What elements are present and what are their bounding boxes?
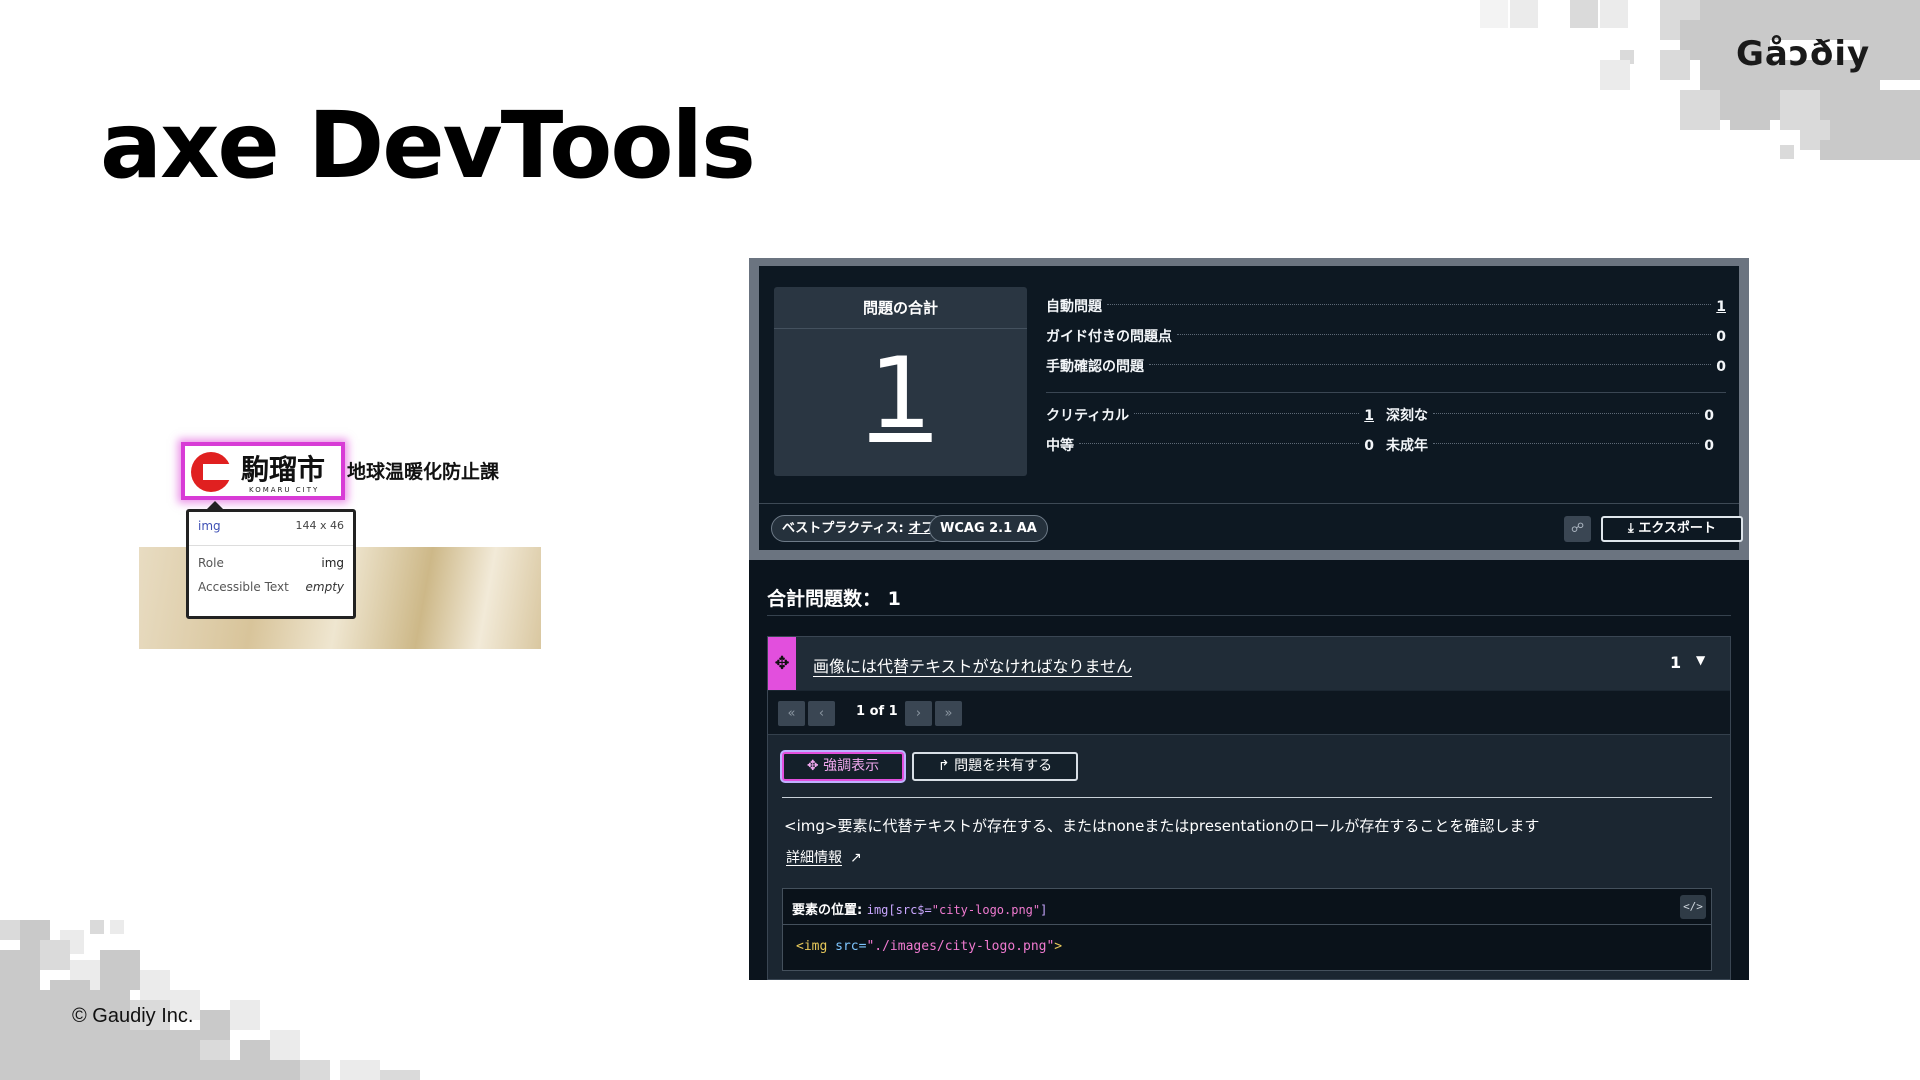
stat-automatic: 自動問題 1 (1046, 292, 1726, 322)
pager-text: 1 of 1 (856, 704, 898, 719)
next-page-icon[interactable]: › (905, 701, 932, 726)
move-icon: ✥ (768, 637, 796, 690)
best-practices-toggle[interactable]: ベストプラクティス: オフ (771, 515, 946, 542)
prev-page-icon[interactable]: ‹ (808, 701, 835, 726)
more-info-link[interactable]: 詳細情報 ↗ (786, 847, 862, 867)
tooltip-tag: img (198, 519, 221, 533)
inspect-tooltip: img 144 x 46 Role img Accessible Text em… (186, 501, 356, 619)
stat-guided: ガイド付きの問題点 0 (1046, 329, 1726, 345)
stat-serious: 深刻な 0 (1386, 408, 1714, 424)
department-name: 地球温暖化防止課 (347, 461, 500, 483)
highlight-button[interactable]: ✥ 強調表示 (782, 752, 904, 781)
stat-manual: 手動確認の問題 0 (1046, 359, 1726, 375)
city-name-jp: 駒瑠市 (241, 453, 326, 486)
share-icon[interactable]: ☍ (1564, 516, 1591, 542)
total-issues-box: 問題の合計 1 (774, 287, 1027, 476)
tooltip-role-label: Role (198, 556, 224, 570)
code-view-icon[interactable]: </> (1680, 895, 1706, 919)
stats-list: 自動問題 1 ガイド付きの問題点 0 手動確認の問題 0 クリティカル 1 深刻… (1046, 292, 1726, 461)
issue-title[interactable]: 画像には代替テキストがなければなりません (813, 653, 1132, 677)
stat-critical-value[interactable]: 1 (1364, 401, 1374, 431)
tooltip-acc-value: empty (305, 580, 345, 594)
city-logo-image: 駒瑠市 KOMARU CITY (181, 442, 345, 500)
external-link-icon: ↗ (850, 850, 862, 866)
issue-pager: « ‹ 1 of 1 › » (768, 691, 1730, 735)
issue-header[interactable]: ✥ 画像には代替テキストがなければなりません 1 ▼ (768, 637, 1730, 690)
total-issues-label: 問題の合計 (774, 287, 1027, 329)
html-snippet: <img src="./images/city-logo.png"> (796, 939, 1063, 954)
share-issue-button[interactable]: ↱ 問題を共有する (912, 752, 1078, 781)
tooltip-size: 144 x 46 (295, 519, 345, 532)
summary-panel: 問題の合計 1 自動問題 1 ガイド付きの問題点 0 手動確認の問題 0 クリテ… (759, 266, 1743, 550)
issue-count: 1 (1670, 653, 1682, 672)
summary-toolbar: ベストプラクティス: オフ WCAG 2.1 AA ☍ ⤓ エクスポート (759, 503, 1743, 550)
element-location-header: 要素の位置: img[src$="city-logo.png"] </> (783, 889, 1711, 925)
axe-devtools-panel: 問題の合計 1 自動問題 1 ガイド付きの問題点 0 手動確認の問題 0 クリテ… (749, 258, 1749, 980)
pixel-mosaic-bottom-left (0, 920, 430, 1080)
element-location: 要素の位置: img[src$="city-logo.png"] (792, 903, 1048, 918)
chevron-down-icon[interactable]: ▼ (1696, 653, 1705, 667)
last-page-icon[interactable]: » (935, 701, 962, 726)
export-button[interactable]: ⤓ エクスポート (1601, 516, 1743, 542)
stat-automatic-value[interactable]: 1 (1716, 292, 1726, 322)
element-location-box: 要素の位置: img[src$="city-logo.png"] </> <im… (782, 888, 1712, 971)
brand-logo: Gåɔðiy (1736, 34, 1871, 74)
slide-title: axe DevTools (100, 92, 756, 199)
total-issues-value[interactable]: 1 (774, 329, 1027, 459)
city-mark-icon (191, 452, 231, 492)
issue-card: ✥ 画像には代替テキストがなければなりません 1 ▼ « ‹ 1 of 1 › … (767, 636, 1731, 980)
issues-total: 合計問題数： 1 (767, 588, 901, 610)
summary-frame: 問題の合計 1 自動問題 1 ガイド付きの問題点 0 手動確認の問題 0 クリテ… (749, 258, 1749, 560)
first-page-icon[interactable]: « (778, 701, 805, 726)
stat-minor: 未成年 0 (1386, 438, 1714, 454)
tooltip-acc-label: Accessible Text (198, 580, 289, 594)
pixel-mosaic-top-right (1480, 0, 1920, 160)
issue-description: <img>要素に代替テキストが存在する、またはnoneまたはpresentati… (784, 817, 1540, 835)
stat-moderate: 中等 0 (1046, 438, 1374, 454)
stat-critical: クリティカル 1 (1046, 401, 1374, 431)
copyright: © Gaudiy Inc. (72, 1005, 194, 1027)
wcag-level-pill[interactable]: WCAG 2.1 AA (929, 515, 1048, 542)
tooltip-role-value: img (321, 556, 344, 570)
city-name-en: KOMARU CITY (249, 486, 320, 494)
